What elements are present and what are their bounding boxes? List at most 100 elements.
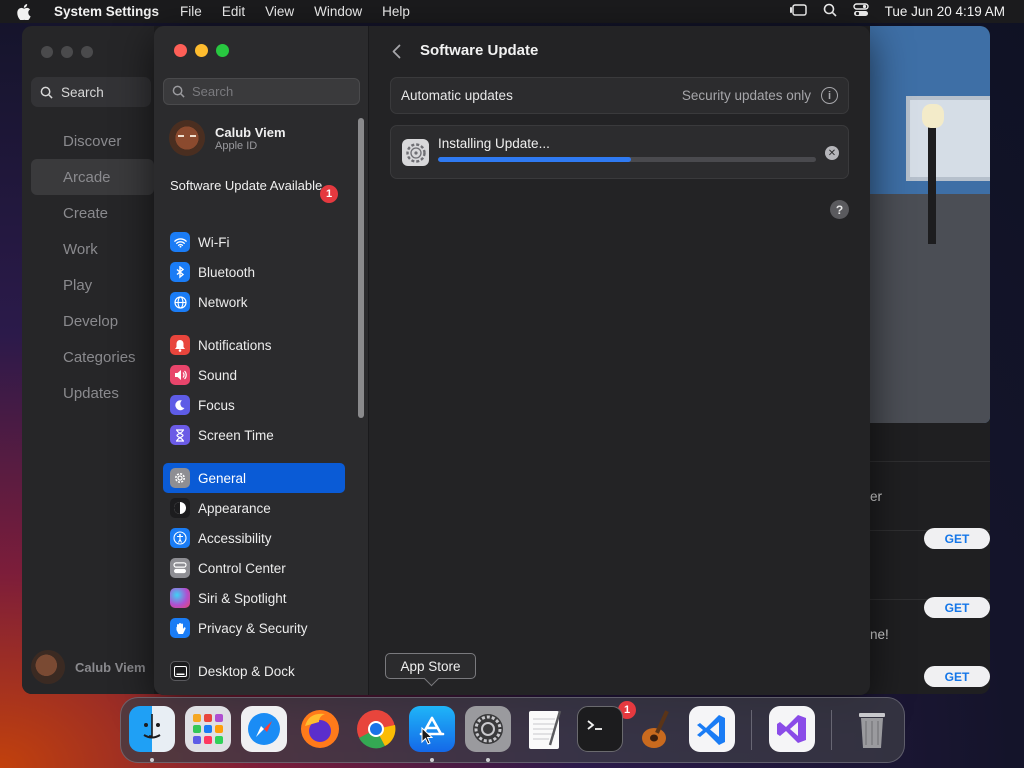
- sidebar-group-network: Wi-Fi Bluetooth Network: [163, 227, 345, 317]
- hourglass-icon: [170, 425, 190, 445]
- avatar: [169, 120, 205, 156]
- safari-icon[interactable]: [241, 706, 287, 752]
- menu-help[interactable]: Help: [372, 4, 420, 19]
- cancel-update-icon[interactable]: ✕: [825, 146, 839, 160]
- sidebar-item-label: General: [198, 470, 247, 486]
- system-settings-gear-icon: [402, 139, 429, 166]
- list-item-title: ne!: [870, 627, 889, 642]
- running-indicator: [430, 758, 434, 762]
- speaker-icon: [170, 365, 190, 385]
- minimize-button[interactable]: [195, 44, 208, 57]
- sidebar-item-general[interactable]: General: [163, 463, 345, 493]
- get-button[interactable]: GET: [924, 597, 990, 618]
- gear-icon: [170, 468, 190, 488]
- menu-file[interactable]: File: [170, 4, 212, 19]
- page-title: Software Update: [420, 42, 539, 59]
- app-store-nav-develop[interactable]: Develop: [31, 303, 154, 339]
- apple-id-profile[interactable]: Calub Viem Apple ID: [169, 120, 286, 156]
- avatar: [31, 650, 65, 684]
- sidebar-item-network[interactable]: Network: [163, 287, 345, 317]
- app-store-nav-categories[interactable]: Categories: [31, 339, 154, 375]
- get-button[interactable]: GET: [924, 666, 990, 687]
- automatic-updates-label: Automatic updates: [401, 88, 513, 103]
- settings-search-input[interactable]: Search: [163, 78, 360, 105]
- stage-manager-icon[interactable]: [789, 3, 807, 20]
- sidebar-item-notifications[interactable]: Notifications: [163, 330, 345, 360]
- menu-clock[interactable]: Tue Jun 20 4:19 AM: [885, 4, 1005, 19]
- arcade-hero-image[interactable]: [870, 26, 990, 423]
- sidebar-item-label: Notifications: [198, 337, 272, 353]
- menu-edit[interactable]: Edit: [212, 4, 255, 19]
- zoom-button[interactable]: [216, 44, 229, 57]
- app-store-nav-arcade[interactable]: Arcade: [31, 159, 154, 195]
- moon-icon: [170, 395, 190, 415]
- chrome-icon[interactable]: [353, 706, 399, 752]
- control-center-icon[interactable]: [852, 3, 869, 20]
- settings-sidebar: Search Calub Viem Apple ID Software Upda…: [154, 26, 369, 695]
- apple-menu-icon[interactable]: [0, 3, 48, 20]
- search-icon: [40, 86, 53, 99]
- app-store-nav-work[interactable]: Work: [31, 231, 154, 267]
- sidebar-item-label: Network: [198, 294, 248, 310]
- app-store-nav-updates[interactable]: Updates: [31, 375, 154, 411]
- sidebar-item-sound[interactable]: Sound: [163, 360, 345, 390]
- sidebar-item-focus[interactable]: Focus: [163, 390, 345, 420]
- settings-search-placeholder: Search: [192, 84, 234, 99]
- firefox-icon[interactable]: [297, 706, 343, 752]
- software-update-pane: Software Update Automatic updates Securi…: [370, 26, 870, 695]
- hand-icon: [170, 618, 190, 638]
- minimize-button[interactable]: [61, 46, 73, 58]
- sidebar-scrollbar[interactable]: [358, 118, 364, 418]
- close-button[interactable]: [41, 46, 53, 58]
- terminal-icon[interactable]: [577, 706, 623, 752]
- bluetooth-icon: [170, 262, 190, 282]
- control-center-icon: [170, 558, 190, 578]
- menu-window[interactable]: Window: [304, 4, 372, 19]
- zoom-button[interactable]: [81, 46, 93, 58]
- sidebar-item-appearance[interactable]: Appearance: [163, 493, 345, 523]
- installing-update-label: Installing Update...: [438, 136, 550, 151]
- dock-separator: [831, 710, 832, 750]
- sidebar-item-wifi[interactable]: Wi-Fi: [163, 227, 345, 257]
- sidebar-item-desktop-dock[interactable]: Desktop & Dock: [163, 656, 345, 686]
- sidebar-item-accessibility[interactable]: Accessibility: [163, 523, 345, 553]
- visual-studio-icon[interactable]: [769, 706, 815, 752]
- trash-icon[interactable]: [849, 706, 895, 752]
- sidebar-item-privacy-security[interactable]: Privacy & Security: [163, 613, 345, 643]
- app-store-window-controls: [41, 46, 93, 58]
- update-progress-bar: [438, 157, 816, 162]
- app-store-nav-create[interactable]: Create: [31, 195, 154, 231]
- sidebar-item-control-center[interactable]: Control Center: [163, 553, 345, 583]
- back-button[interactable]: [388, 41, 404, 61]
- app-store-search-field[interactable]: Search: [31, 77, 151, 107]
- software-update-available-item[interactable]: Software Update Available: [170, 178, 340, 194]
- spotlight-search-icon[interactable]: [823, 3, 837, 20]
- system-settings-icon[interactable]: [465, 706, 511, 752]
- sidebar-item-screen-time[interactable]: Screen Time: [163, 420, 345, 450]
- menu-app-name[interactable]: System Settings: [48, 4, 170, 19]
- help-button[interactable]: ?: [830, 200, 849, 219]
- profile-name: Calub Viem: [215, 124, 286, 140]
- app-store-nav-play[interactable]: Play: [31, 267, 154, 303]
- vscode-icon[interactable]: [689, 706, 735, 752]
- system-settings-window: Search Calub Viem Apple ID Software Upda…: [154, 26, 870, 695]
- sidebar-item-label: Control Center: [198, 560, 286, 576]
- sidebar-item-label: Wi-Fi: [198, 234, 230, 250]
- app-store-account[interactable]: Calub Viem: [31, 650, 146, 684]
- finder-icon[interactable]: [129, 706, 175, 752]
- sidebar-item-bluetooth[interactable]: Bluetooth: [163, 257, 345, 287]
- garageband-icon[interactable]: [633, 706, 679, 752]
- update-count-badge: 1: [320, 185, 338, 203]
- app-store-user-name: Calub Viem: [75, 659, 146, 675]
- app-store-nav-discover[interactable]: Discover: [31, 123, 154, 159]
- get-button[interactable]: GET: [924, 528, 990, 549]
- info-icon[interactable]: i: [821, 87, 838, 104]
- sidebar-item-siri-spotlight[interactable]: Siri & Spotlight: [163, 583, 345, 613]
- launchpad-icon[interactable]: [185, 706, 231, 752]
- close-button[interactable]: [174, 44, 187, 57]
- running-indicator: [486, 758, 490, 762]
- textedit-icon[interactable]: [521, 706, 567, 752]
- menu-view[interactable]: View: [255, 4, 304, 19]
- automatic-updates-row[interactable]: Automatic updates Security updates only …: [390, 77, 849, 114]
- list-item[interactable]: er: [870, 461, 990, 530]
